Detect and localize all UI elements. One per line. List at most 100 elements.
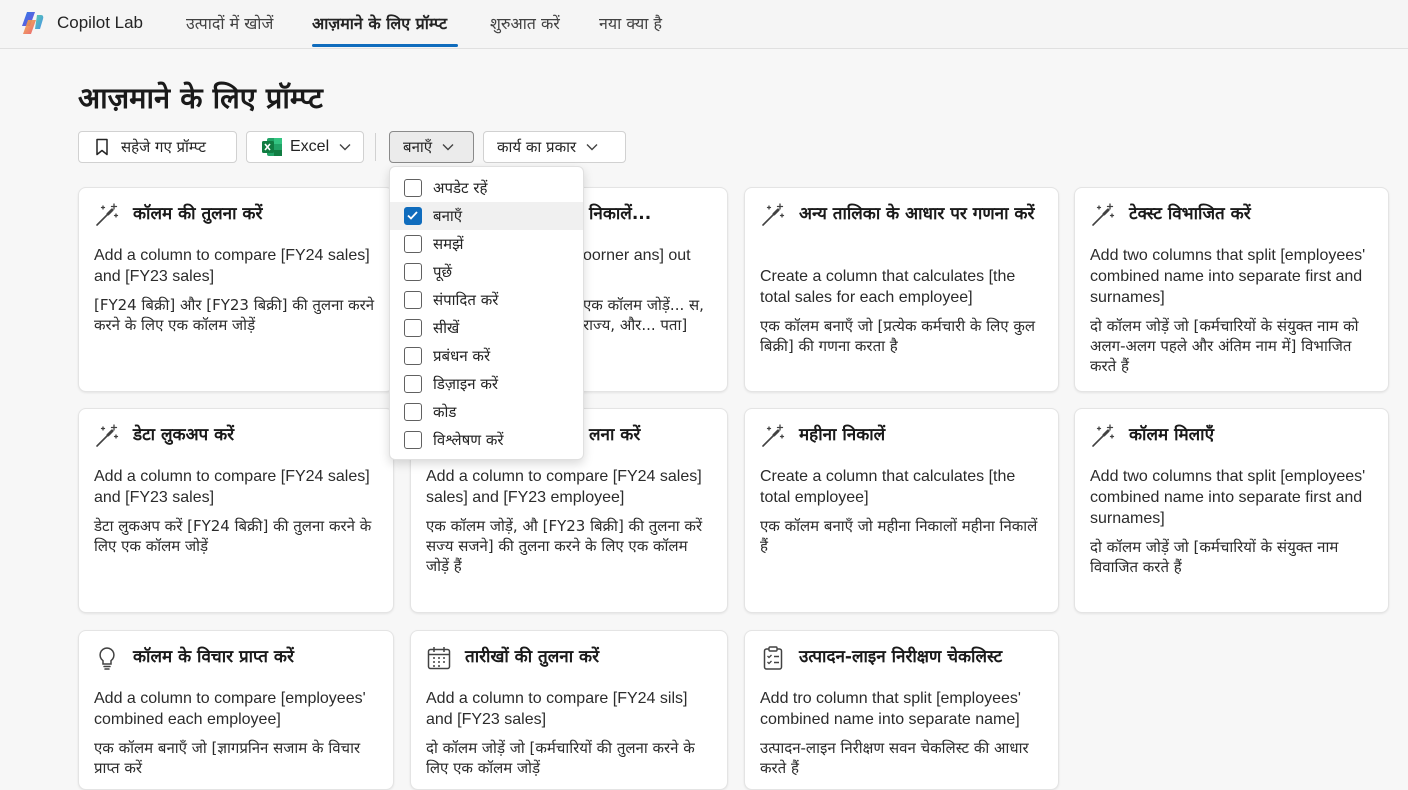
option-label: प्रबंधन करें	[433, 347, 491, 365]
card-title: टेक्स्ट विभाजित करें	[1129, 204, 1251, 224]
magic-wand-icon	[762, 424, 785, 447]
tab-get-started[interactable]: शुरुआत करें	[490, 12, 560, 34]
task-type-dropdown[interactable]: कार्य का प्रकार	[483, 131, 626, 163]
task-type-label: कार्य का प्रकार	[497, 138, 577, 156]
bookmark-icon	[96, 138, 108, 156]
card-prompt-english: Create a column that calculates [the tot…	[760, 468, 1016, 506]
prompt-card[interactable]: तारीखों की तुलना करें Add a column to co…	[410, 630, 728, 790]
dropdown-option-edit[interactable]: संपादित करें	[390, 286, 583, 314]
card-prompt-hindi: एक कॉलम जोड़ें... स, राज्य, और... पता]	[583, 296, 704, 334]
checkbox[interactable]	[404, 347, 422, 365]
dropdown-option-manage[interactable]: प्रबंधन करें	[390, 342, 583, 370]
card-title: निकालें...	[589, 204, 652, 224]
page-title: आज़माने के लिए प्रॉम्प्ट	[78, 81, 323, 115]
card-title: डेटा लुकअप करें	[133, 425, 235, 445]
card-prompt-english: Add a column to compare [FY24 sales] and…	[94, 468, 370, 506]
tab-whats-new[interactable]: नया क्या है	[599, 12, 662, 34]
checkbox-checked[interactable]	[404, 207, 422, 225]
prompt-card[interactable]: कॉलम के विचार प्राप्त करें Add a column …	[78, 630, 394, 790]
checkbox[interactable]	[404, 375, 422, 393]
dropdown-option-understand[interactable]: समझें	[390, 230, 583, 258]
card-prompt-english: Add a column to compare [FY24 sils] and …	[426, 690, 688, 728]
magic-wand-icon	[1092, 203, 1115, 226]
checkbox[interactable]	[404, 431, 422, 449]
option-label: बनाएँ	[433, 207, 463, 225]
prompt-card[interactable]: महीना निकालें Create a column that calcu…	[744, 408, 1059, 613]
option-label: सीखें	[433, 319, 460, 337]
prompt-card[interactable]: अन्य तालिका के आधार पर गणना करें Create …	[744, 187, 1059, 392]
card-prompt-english: Add a column to compare [employees' comb…	[94, 690, 366, 728]
card-prompt-hindi: दो कॉलम जोड़ें जो [कर्मचारियों के संयुक्…	[1090, 317, 1359, 375]
dropdown-option-design[interactable]: डिज़ाइन करें	[390, 370, 583, 398]
magic-wand-icon	[96, 424, 119, 447]
card-prompt-hindi: एक कॉलम बनाएँ जो महीना निकालों महीना निक…	[760, 517, 1038, 555]
prompt-card[interactable]: उत्पादन-लाइन निरीक्षण चेकलिस्ट Add tro c…	[744, 630, 1059, 790]
option-label: संपादित करें	[433, 291, 499, 309]
prompt-card[interactable]: टेक्स्ट विभाजित करें Add two columns tha…	[1074, 187, 1389, 392]
saved-prompts-label: सहेजे गए प्रॉम्प्ट	[121, 138, 206, 156]
filter-divider	[375, 133, 376, 161]
card-title: उत्पादन-लाइन निरीक्षण चेकलिस्ट	[799, 647, 1003, 667]
magic-wand-icon	[762, 203, 785, 226]
prompt-card[interactable]: डेटा लुकअप करें Add a column to compare …	[78, 408, 394, 613]
card-prompt-english: Create a column that calculates [the tot…	[760, 268, 1016, 306]
option-label: अपडेट रहें	[433, 179, 488, 197]
checkmark-icon	[407, 211, 418, 220]
checkbox[interactable]	[404, 235, 422, 253]
tab-explore-products[interactable]: उत्पादों में खोजें	[186, 12, 273, 34]
dropdown-option-learn[interactable]: सीखें	[390, 314, 583, 342]
card-title: लना करें	[589, 425, 641, 445]
dropdown-option-ask[interactable]: पूछें	[390, 258, 583, 286]
card-prompt-english: Add a column to compare [FY24 sales] and…	[94, 247, 370, 285]
dropdown-option-stay-updated[interactable]: अपडेट रहें	[390, 174, 583, 202]
prompt-card[interactable]: कॉलम की तुलना करें Add a column to compa…	[78, 187, 394, 392]
magic-wand-icon	[96, 203, 119, 226]
card-title: महीना निकालें	[799, 425, 886, 445]
option-label: डिज़ाइन करें	[433, 375, 499, 393]
category-filter-label: बनाएँ	[403, 138, 433, 156]
dropdown-option-create[interactable]: बनाएँ	[390, 202, 583, 230]
dropdown-option-analyze[interactable]: विश्लेषण करें	[390, 426, 583, 454]
category-filter-dropdown[interactable]: बनाएँ	[389, 131, 474, 163]
saved-prompts-button[interactable]: सहेजे गए प्रॉम्प्ट	[78, 131, 237, 163]
top-nav: Copilot Lab उत्पादों में खोजें आज़माने क…	[0, 0, 1408, 49]
active-tab-indicator	[312, 44, 458, 47]
lightbulb-icon	[99, 647, 115, 670]
copilot-logo-icon	[22, 12, 44, 34]
option-label: पूछें	[433, 263, 453, 281]
checkbox[interactable]	[404, 291, 422, 309]
chevron-down-icon	[586, 144, 598, 151]
checkbox[interactable]	[404, 179, 422, 197]
brand[interactable]: Copilot Lab	[18, 9, 143, 37]
option-label: विश्लेषण करें	[433, 431, 504, 449]
card-prompt-hindi: दो कॉलम जोड़ें जो [कर्मचारियों के संयुक्…	[1090, 538, 1339, 576]
app-filter-dropdown[interactable]: Excel	[246, 131, 364, 163]
card-prompt-hindi: उत्पादन-लाइन निरीक्षण सवन चेकलिस्ट की आध…	[760, 739, 1029, 777]
checkbox[interactable]	[404, 319, 422, 337]
category-dropdown-menu: अपडेट रहें बनाएँ समझें पूछें संपादित करे…	[389, 166, 584, 460]
prompt-card[interactable]: कॉलम मिलाएँ Add two columns that split […	[1074, 408, 1389, 613]
dropdown-option-code[interactable]: कोड	[390, 398, 583, 426]
card-prompt-hindi: एक कॉलम बनाएँ जो [ज्ञागप्रनिन सजाम के वि…	[94, 739, 361, 777]
checkbox[interactable]	[404, 403, 422, 421]
card-title: कॉलम मिलाएँ	[1129, 425, 1214, 445]
option-label: समझें	[433, 235, 464, 253]
card-prompt-english: Add a column to compare [FY24 sales] sal…	[426, 468, 702, 506]
card-prompt-english: Add tro column that split [employees' co…	[760, 690, 1021, 728]
card-title: कॉलम की तुलना करें	[133, 204, 263, 224]
brand-name: Copilot Lab	[57, 13, 144, 32]
checkbox[interactable]	[404, 263, 422, 281]
card-title: कॉलम के विचार प्राप्त करें	[133, 647, 294, 667]
card-prompt-english: oorner ans] out	[583, 247, 691, 264]
card-prompt-english: Add two columns that split [employees' c…	[1090, 468, 1366, 527]
tab-prompts-to-try[interactable]: आज़माने के लिए प्रॉम्प्ट	[312, 12, 447, 34]
app-filter-label: Excel	[290, 138, 330, 155]
excel-icon	[262, 138, 282, 156]
option-label: कोड	[433, 403, 457, 421]
card-prompt-hindi: [FY24 बिक्री] और [FY23 बिक्री] की तुलना …	[94, 296, 375, 334]
calendar-icon	[427, 647, 451, 670]
chevron-down-icon	[442, 144, 454, 151]
card-prompt-hindi: एक कॉलम बनाएँ जो [प्रत्येक कर्मचारी के ल…	[760, 317, 1036, 355]
card-title: अन्य तालिका के आधार पर गणना करें	[799, 204, 1035, 224]
magic-wand-icon	[1092, 424, 1115, 447]
